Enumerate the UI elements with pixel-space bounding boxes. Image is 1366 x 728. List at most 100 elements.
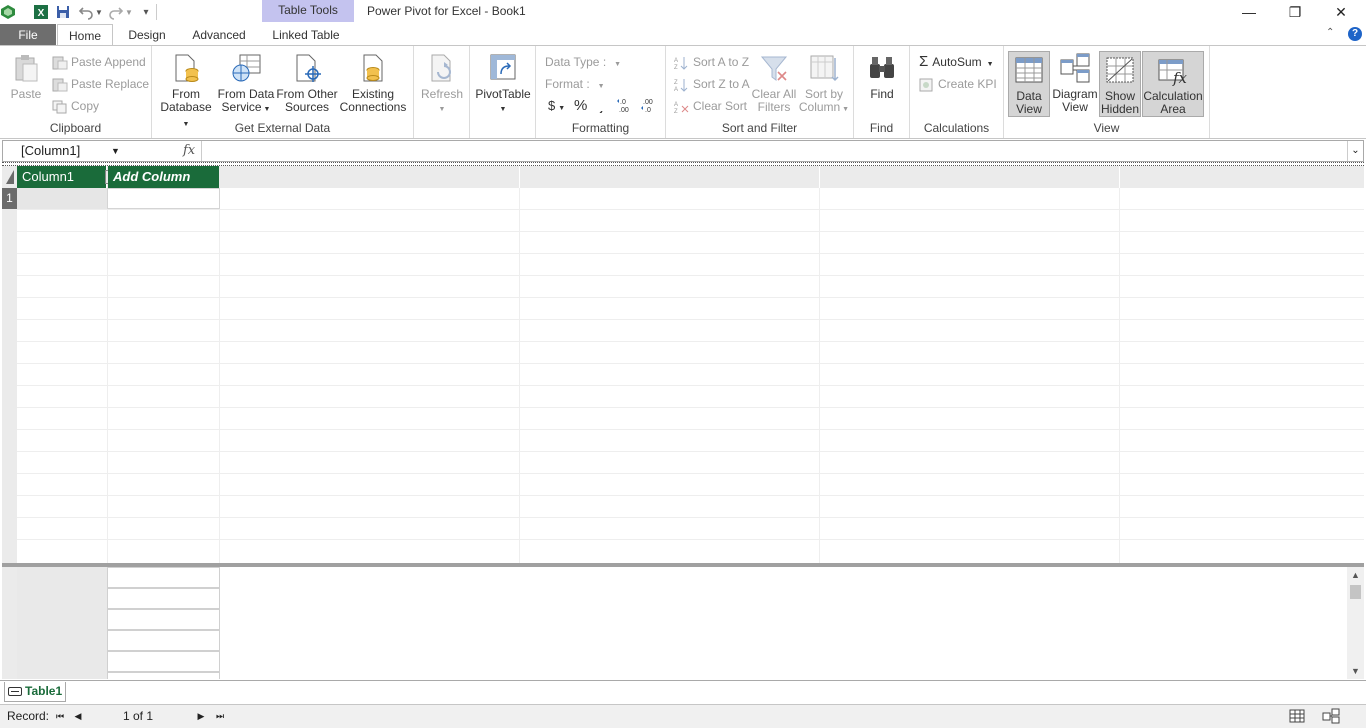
scroll-up-icon[interactable]: ▲ <box>1347 567 1364 583</box>
calculation-area-button[interactable]: fx Calculation Area <box>1142 51 1204 117</box>
calc-area-label-2: Area <box>1160 102 1186 116</box>
currency-button[interactable]: $ ▼ <box>548 97 565 115</box>
svg-text:.0: .0 <box>620 99 626 106</box>
decrease-decimal-button[interactable]: .00.0 <box>640 97 662 115</box>
calc-cell[interactable] <box>107 567 220 588</box>
paste-replace-label: Paste Replace <box>71 77 150 91</box>
help-icon[interactable]: ? <box>1348 27 1362 41</box>
save-icon[interactable] <box>55 4 71 20</box>
sort-az-icon: AZ <box>674 56 688 70</box>
paste-append-button[interactable]: Paste Append <box>52 53 146 71</box>
data-service-icon <box>232 54 261 82</box>
redo-dropdown-icon[interactable]: ▼ <box>124 4 134 20</box>
column-header-column1[interactable]: Column1 ▼ <box>17 166 119 188</box>
show-hidden-label-1: Show <box>1104 89 1136 103</box>
tab-advanced[interactable]: Advanced <box>185 24 253 46</box>
grid-line <box>1119 188 1120 564</box>
calc-cell[interactable] <box>107 651 220 672</box>
increase-decimal-button[interactable]: .0.00 <box>616 97 638 115</box>
name-box-dropdown-icon[interactable]: ▼ <box>111 141 125 161</box>
first-record-icon[interactable]: ⏮ <box>54 709 66 723</box>
pivottable-button[interactable]: PivotTable ▼ <box>474 52 532 116</box>
format-dropdown-icon: ▼ <box>597 83 605 90</box>
row-header-strip <box>2 188 17 564</box>
show-hidden-button[interactable]: Show Hidden <box>1099 51 1141 117</box>
collapse-ribbon-icon[interactable]: ⌃ <box>1326 27 1334 38</box>
clear-sort-button[interactable]: A Z Clear Sort <box>674 97 747 115</box>
add-column-header[interactable]: Add Column <box>108 166 219 188</box>
formatting-group: Data Type : ▼ Format : ▼ $ ▼ % ͵ .0.00 .00.… <box>536 46 666 138</box>
customize-toolbar-icon[interactable]: ▾ <box>138 4 154 20</box>
calc-column1-area[interactable] <box>17 567 107 679</box>
create-kpi-button[interactable]: Create KPI <box>919 75 997 93</box>
formula-input[interactable] <box>207 141 1337 161</box>
scroll-down-icon[interactable]: ▼ <box>1347 663 1364 679</box>
fx-icon[interactable]: fx <box>183 141 201 161</box>
existing-connections-button[interactable]: Existing Connections <box>338 52 408 114</box>
from-data-service-button[interactable]: From Data Service ▼ <box>216 52 276 116</box>
excel-icon[interactable]: X <box>33 4 49 20</box>
paste-button[interactable]: Paste <box>8 52 44 101</box>
previous-record-icon[interactable]: ◀ <box>72 709 84 723</box>
autosum-button[interactable]: Σ AutoSum ▼ <box>919 53 994 71</box>
from-service-label-2: Service <box>221 100 262 114</box>
grid-line <box>519 188 520 564</box>
diagram-view-status-icon[interactable] <box>1322 708 1340 724</box>
redo-icon[interactable] <box>108 4 124 20</box>
tab-home[interactable]: Home <box>57 24 113 47</box>
tab-file[interactable]: File <box>0 24 56 46</box>
data-view-button[interactable]: Data View <box>1008 51 1050 117</box>
comma-button[interactable]: ͵ <box>599 97 604 115</box>
sort-z-to-a-button[interactable]: Z A Sort Z to A <box>674 75 750 93</box>
percent-button[interactable]: % <box>574 97 587 115</box>
power-pivot-icon <box>0 4 16 20</box>
data-type-dropdown[interactable]: Data Type : ▼ <box>545 53 621 71</box>
minimize-button[interactable]: — <box>1226 0 1272 24</box>
sheet-tab-table1[interactable]: Table1 <box>4 682 66 702</box>
grid-view-icon[interactable] <box>1288 708 1306 724</box>
from-service-dropdown-icon: ▼ <box>261 106 271 113</box>
tab-design[interactable]: Design <box>117 24 177 46</box>
format-dropdown[interactable]: Format : ▼ <box>545 75 605 93</box>
undo-icon[interactable] <box>78 4 94 20</box>
clear-all-filters-button[interactable]: Clear All Filters <box>750 52 798 114</box>
grid-line <box>819 188 820 564</box>
sort-a-to-z-button[interactable]: A Z Sort A to Z <box>674 53 749 71</box>
diagram-view-label-1: Diagram <box>1052 87 1098 101</box>
undo-dropdown-icon[interactable]: ▼ <box>94 4 104 20</box>
copy-button[interactable]: Copy <box>52 97 99 115</box>
calc-cell[interactable] <box>107 588 220 609</box>
sort-by-column-button[interactable]: Sort by Column ▼ <box>798 52 850 116</box>
sigma-icon: Σ <box>919 53 929 70</box>
scroll-thumb[interactable] <box>1350 585 1361 599</box>
restore-button[interactable]: ❐ <box>1272 0 1318 24</box>
clear-sort-icon: AZ <box>674 102 689 114</box>
grid-cell[interactable] <box>107 188 220 209</box>
calc-vertical-scrollbar[interactable]: ▲ ▼ <box>1347 567 1364 679</box>
tab-linked-table[interactable]: Linked Table <box>264 24 348 46</box>
formula-separator <box>201 141 202 161</box>
from-other-sources-button[interactable]: From Other Sources <box>276 52 338 114</box>
calc-cell[interactable] <box>107 672 220 679</box>
paste-replace-button[interactable]: Paste Replace <box>52 75 149 93</box>
expand-formula-bar-icon[interactable]: ⌄ <box>1347 141 1363 161</box>
table-tools-context-tab: Table Tools <box>262 0 354 22</box>
next-record-icon[interactable]: ▶ <box>195 709 207 723</box>
row-header-1[interactable]: 1 <box>2 188 17 209</box>
close-button[interactable]: ✕ <box>1318 0 1364 24</box>
pivottable-dropdown-icon: ▼ <box>499 106 507 113</box>
from-database-button[interactable]: From Database ▼ <box>156 52 216 131</box>
calc-area-label-1: Calculation <box>1143 89 1203 103</box>
refresh-button[interactable]: Refresh ▼ <box>418 52 466 116</box>
last-record-icon[interactable]: ⏭ <box>214 709 226 723</box>
diagram-view-button[interactable]: Diagram View <box>1052 52 1098 114</box>
from-database-label-1: From <box>172 87 200 101</box>
calc-cell[interactable] <box>107 609 220 630</box>
find-button[interactable]: Find <box>860 52 904 101</box>
select-all-corner[interactable] <box>2 166 17 188</box>
currency-dropdown-icon: ▼ <box>558 105 566 112</box>
calc-cell[interactable] <box>107 630 220 651</box>
grid-cell[interactable] <box>17 188 107 209</box>
currency-label: $ <box>548 98 556 113</box>
existing-label-2: Connections <box>339 100 407 114</box>
